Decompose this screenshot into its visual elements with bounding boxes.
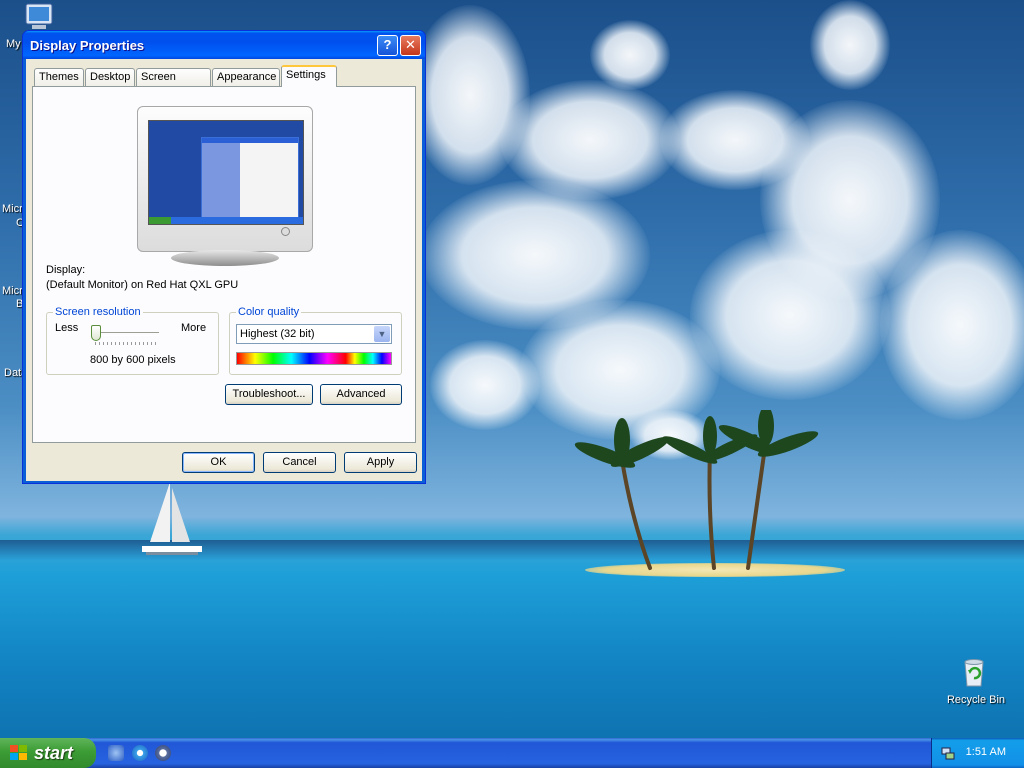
cloud (430, 340, 540, 430)
close-button[interactable]: ✕ (400, 35, 421, 56)
tab-screen-saver[interactable]: Screen Saver (136, 68, 211, 100)
preview-taskbar (149, 217, 303, 224)
display-properties-window: Display Properties ? ✕ Themes Desktop Sc… (22, 30, 426, 484)
screen-resolution-group: Screen resolution Less More 800 by 600 p… (46, 306, 219, 375)
resolution-slider-thumb[interactable] (91, 325, 101, 341)
tab-appearance[interactable]: Appearance (212, 68, 280, 86)
group-title: Color quality (236, 306, 302, 318)
slider-less-label: Less (55, 322, 79, 334)
window-title: Display Properties (30, 38, 145, 53)
color-spectrum-bar (236, 352, 392, 365)
monitor-preview (137, 106, 313, 252)
monitor-stand (171, 250, 279, 266)
resolution-value: 800 by 600 pixels (90, 354, 176, 366)
tab-settings[interactable]: Settings (281, 65, 337, 87)
recycle-bin-icon (964, 659, 984, 687)
sailboat (142, 482, 202, 555)
display-value: (Default Monitor) on Red Hat QXL GPU (46, 279, 239, 291)
color-quality-group: Color quality Highest (32 bit) ▼ (229, 306, 402, 375)
help-icon: ? (383, 37, 392, 52)
recycle-bin-label: Recycle Bin (946, 694, 1006, 706)
monitor-power-icon (281, 227, 290, 236)
group-title: Screen resolution (53, 306, 143, 318)
monitor-screen (148, 120, 304, 225)
color-quality-select[interactable]: Highest (32 bit) ▼ (236, 324, 392, 344)
system-tray: 1:51 AM (931, 738, 1024, 768)
desktop-icon-label[interactable]: My (6, 38, 21, 50)
slider-more-label: More (181, 322, 207, 334)
start-button[interactable]: start (0, 738, 96, 768)
network-icon[interactable] (940, 745, 956, 761)
my-computer-icon[interactable] (22, 2, 56, 32)
slider-ticks (95, 342, 157, 345)
palm-trees (574, 410, 819, 570)
title-bar[interactable]: Display Properties ? ✕ (23, 31, 425, 59)
cloud (590, 20, 670, 90)
advanced-button[interactable]: Advanced (320, 384, 402, 405)
chevron-down-icon[interactable]: ▼ (374, 326, 390, 342)
internet-explorer-icon[interactable] (132, 745, 148, 761)
recycle-bin[interactable]: Recycle Bin (940, 656, 1010, 710)
desktop-icon-label[interactable]: Micr (2, 285, 23, 297)
help-button[interactable]: ? (377, 35, 398, 56)
dialog-client: Themes Desktop Screen Saver Appearance S… (26, 59, 422, 481)
show-desktop-icon[interactable] (108, 745, 124, 761)
taskbar: start 1:51 AM (0, 738, 1024, 768)
apply-button[interactable]: Apply (344, 452, 417, 473)
desktop-icon-label[interactable]: Micr (2, 203, 23, 215)
troubleshoot-button[interactable]: Troubleshoot... (225, 384, 313, 405)
close-icon: ✕ (405, 37, 416, 52)
tab-desktop[interactable]: Desktop (85, 68, 135, 86)
color-quality-value: Highest (32 bit) (240, 328, 315, 340)
clock[interactable]: 1:51 AM (966, 746, 1006, 758)
media-player-icon[interactable] (155, 745, 171, 761)
ok-button[interactable]: OK (182, 452, 255, 473)
cloud (810, 0, 890, 90)
preview-start (149, 217, 171, 224)
tab-themes[interactable]: Themes (34, 68, 84, 86)
settings-tab-panel: Display: (Default Monitor) on Red Hat QX… (32, 86, 416, 443)
preview-window (201, 137, 299, 219)
start-label: start (34, 743, 74, 763)
cloud (880, 230, 1024, 420)
resolution-slider-track[interactable] (93, 332, 159, 336)
cancel-button[interactable]: Cancel (263, 452, 336, 473)
cloud (690, 230, 890, 400)
windows-logo-icon (10, 745, 28, 761)
display-label: Display: (46, 264, 86, 276)
